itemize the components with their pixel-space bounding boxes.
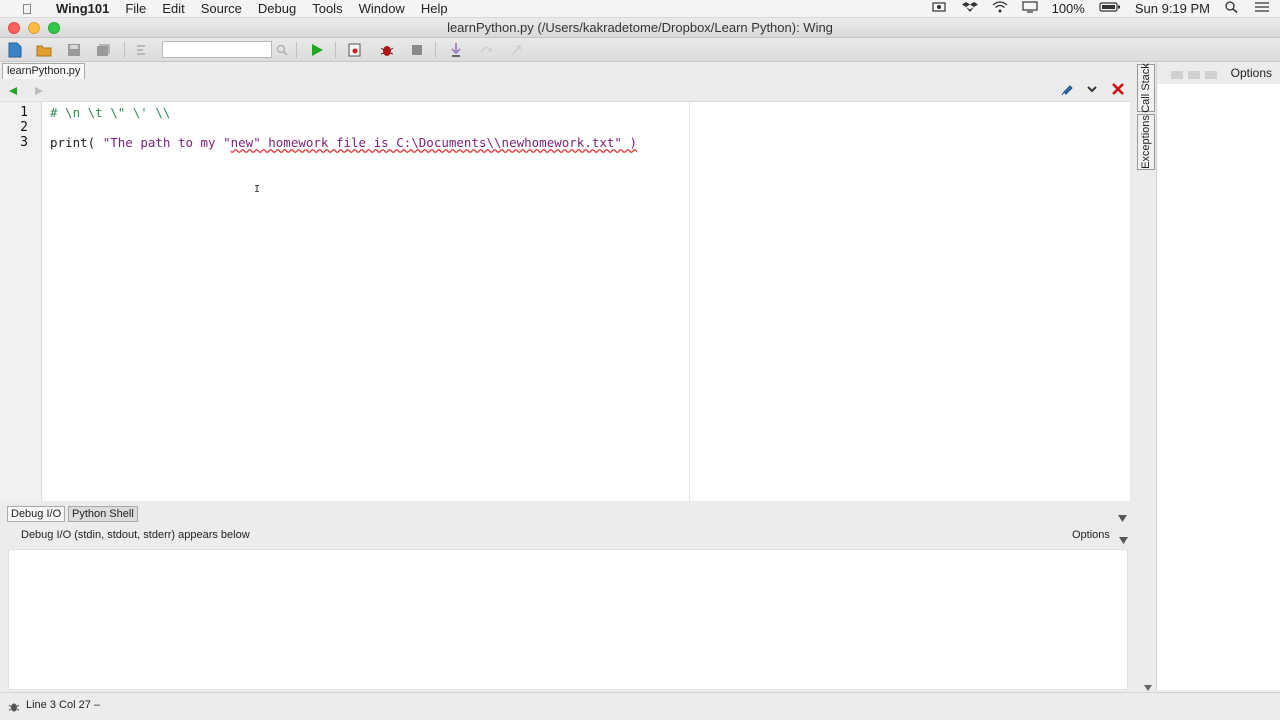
code-line-3: print( "The path to my "new" homework fi… — [50, 135, 637, 150]
window-title: learnPython.py (/Users/kakradetome/Dropb… — [447, 20, 833, 35]
app-menu[interactable]: Wing101 — [48, 0, 117, 18]
bottom-tab-strip: Debug I/O Python Shell — [0, 505, 1130, 523]
code-editor[interactable]: 1 2 3 # \n \t \" \' \\ print( "The path … — [0, 101, 1130, 501]
code-line-1: # \n \t \" \' \\ — [50, 105, 171, 120]
tab-learnpython[interactable]: learnPython.py — [2, 63, 86, 79]
tab-call-stack[interactable]: Call Stack — [1137, 63, 1155, 113]
step-into-icon[interactable] — [447, 41, 465, 59]
debug-io-description: Debug I/O (stdin, stdout, stderr) appear… — [21, 529, 250, 541]
right-panel-header: Options — [1157, 62, 1280, 84]
menubar:  Wing101 File Edit Source Debug Tools W… — [0, 0, 1280, 18]
debug-io-header: Debug I/O (stdin, stdout, stderr) appear… — [0, 523, 1130, 549]
line-number: 1 — [20, 105, 28, 120]
text-cursor-icon: I — [254, 184, 261, 195]
forward-arrow-icon[interactable] — [34, 84, 44, 99]
close-editor-icon[interactable] — [1111, 82, 1125, 99]
tab-exceptions[interactable]: Exceptions — [1137, 114, 1155, 170]
bug-icon[interactable] — [378, 41, 396, 59]
window-titlebar: learnPython.py (/Users/kakradetome/Dropb… — [0, 18, 1280, 38]
apple-icon[interactable]:  — [18, 1, 36, 17]
debug-record-icon[interactable] — [346, 41, 364, 59]
pin-icon[interactable] — [1060, 82, 1074, 99]
line-number-gutter: 1 2 3 — [0, 102, 42, 501]
wifi-icon[interactable] — [992, 1, 1008, 16]
line-number: 2 — [20, 120, 28, 135]
menu-source[interactable]: Source — [193, 0, 250, 18]
cursor-position: Line 3 Col 27 – — [26, 699, 100, 711]
right-tool-panel: Options — [1144, 62, 1280, 691]
options-dropdown-icon[interactable] — [1119, 532, 1128, 547]
tab-python-shell[interactable]: Python Shell — [68, 506, 138, 522]
step-out-icon[interactable] — [507, 41, 525, 59]
panel-layout-icon[interactable] — [1171, 68, 1217, 83]
battery-percent: 100% — [1051, 1, 1085, 16]
stop-icon[interactable] — [408, 41, 426, 59]
save-all-icon[interactable] — [95, 41, 113, 59]
menu-help[interactable]: Help — [413, 0, 456, 18]
debug-options-button[interactable]: Options — [1072, 529, 1110, 541]
back-arrow-icon[interactable] — [8, 84, 18, 99]
debug-io-output[interactable] — [8, 549, 1128, 690]
code-string: "The path to my " — [102, 135, 231, 150]
editor-nav-strip — [0, 79, 1130, 101]
dropbox-icon[interactable] — [961, 1, 978, 16]
display-icon[interactable] — [1021, 1, 1038, 16]
right-options-button[interactable]: Options — [1231, 66, 1272, 80]
search-icon[interactable] — [273, 41, 291, 59]
menu-edit[interactable]: Edit — [154, 0, 192, 18]
code-function: print( — [50, 135, 103, 150]
status-bar: Line 3 Col 27 – — [0, 692, 1280, 720]
line-number: 3 — [20, 135, 28, 150]
find-icon[interactable] — [134, 41, 152, 59]
screen-record-icon[interactable] — [931, 1, 948, 16]
edge-guide-line — [689, 102, 690, 501]
run-icon[interactable] — [308, 41, 326, 59]
menu-window[interactable]: Window — [351, 0, 413, 18]
search-input[interactable] — [163, 43, 271, 59]
chevron-down-icon[interactable] — [1086, 83, 1098, 98]
menu-tools[interactable]: Tools — [304, 0, 350, 18]
spotlight-search-icon[interactable] — [1224, 1, 1240, 16]
search-field[interactable] — [162, 41, 272, 59]
tool-vertical-tabs: Call Stack Exceptions — [1137, 62, 1155, 690]
status-bug-icon — [8, 701, 20, 716]
menu-file[interactable]: File — [117, 0, 154, 18]
menu-debug[interactable]: Debug — [250, 0, 304, 18]
toolbar — [0, 38, 1280, 62]
open-folder-icon[interactable] — [35, 41, 53, 59]
clock[interactable]: Sun 9:19 PM — [1135, 1, 1210, 16]
new-file-icon[interactable] — [6, 41, 24, 59]
tab-debug-io[interactable]: Debug I/O — [7, 506, 66, 522]
step-over-icon[interactable] — [477, 41, 495, 59]
code-error-squiggle: new" homework file is C:\Documents\\newh… — [230, 135, 638, 150]
save-icon[interactable] — [65, 41, 83, 59]
notification-center-icon[interactable] — [1254, 1, 1270, 16]
battery-icon[interactable] — [1099, 1, 1121, 16]
editor-tab-strip: learnPython.py — [0, 62, 1130, 79]
